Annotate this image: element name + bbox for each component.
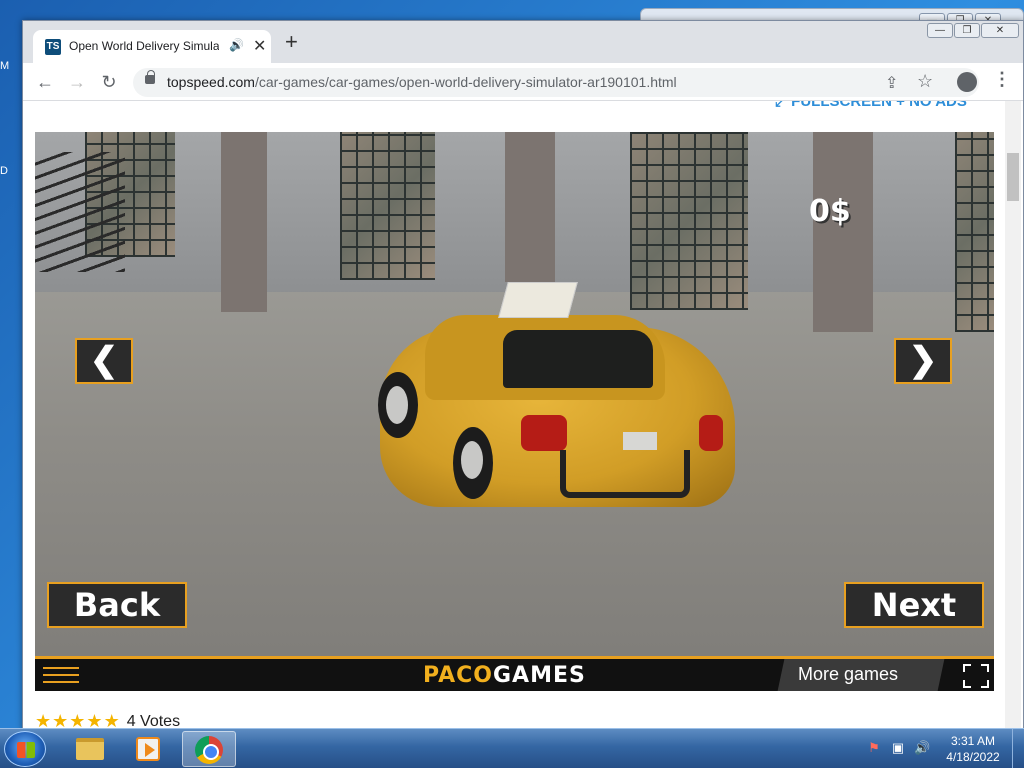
start-button[interactable] <box>4 731 46 767</box>
forward-button[interactable]: → <box>65 70 89 94</box>
next-vehicle-button[interactable]: ❯ <box>894 338 952 384</box>
media-player-icon <box>136 737 160 761</box>
browser-window: TS Open World Delivery Simulator 🔊 ✕ + —… <box>22 20 1024 730</box>
address-bar[interactable]: topspeed.com/car-games/car-games/open-wo… <box>133 68 979 97</box>
wheel <box>378 372 418 438</box>
warehouse-window <box>340 132 435 280</box>
taillight <box>521 415 567 451</box>
share-icon[interactable]: ⇪ <box>885 73 898 93</box>
profile-avatar[interactable] <box>957 72 977 92</box>
fullscreen-icon[interactable] <box>963 664 989 688</box>
tab-game[interactable]: TS Open World Delivery Simulator 🔊 ✕ <box>33 30 271 63</box>
more-games-button[interactable]: More games <box>798 664 898 685</box>
volume-icon[interactable]: 🔊 <box>914 741 930 755</box>
network-icon[interactable]: ▣ <box>890 741 906 755</box>
speaker-icon[interactable]: 🔊 <box>229 38 244 52</box>
pacogames-logo[interactable]: PACOGAMES <box>423 663 586 688</box>
game-canvas[interactable]: 0$ ❮ ❯ Back Next <box>35 132 994 670</box>
show-desktop-button[interactable] <box>1012 729 1024 768</box>
browser-toolbar: ← → ↻ topspeed.com/car-games/car-games/o… <box>23 63 1023 101</box>
pillar <box>813 132 873 332</box>
pillar <box>505 132 555 282</box>
next-button-game[interactable]: Next <box>844 582 984 628</box>
windows-logo-icon <box>17 742 35 758</box>
maximize-button[interactable]: ❐ <box>954 23 980 38</box>
star-icon[interactable]: ★ <box>104 711 120 729</box>
taskbar: ⚑ ▣ 🔊 3:31 AM 4/18/2022 <box>0 728 1024 768</box>
bookmark-star-icon[interactable]: ☆ <box>917 71 933 92</box>
page-viewport: ⤢ FULLSCREEN + NO ADS 0$ ❮ ❯ Back Next P… <box>23 101 1023 729</box>
page-scrollbar[interactable] <box>1005 101 1021 729</box>
reload-button[interactable]: ↻ <box>97 70 121 94</box>
taillight <box>699 415 723 451</box>
tab-strip: TS Open World Delivery Simulator 🔊 ✕ + —… <box>23 21 1023 63</box>
star-icon[interactable]: ★ <box>69 711 85 729</box>
folder-icon <box>76 738 104 760</box>
system-clock[interactable]: 3:31 AM 4/18/2022 <box>940 733 1006 765</box>
clock-date: 4/18/2022 <box>946 750 1000 764</box>
pillar <box>221 132 267 312</box>
star-icon[interactable]: ★ <box>35 711 51 729</box>
network-warning-icon[interactable]: ⚑ <box>866 741 882 755</box>
fullscreen-no-ads-link[interactable]: ⤢ FULLSCREEN + NO ADS <box>775 101 967 110</box>
desktop-icon-label: M <box>0 60 10 72</box>
hamburger-menu-icon[interactable] <box>43 667 79 687</box>
back-button-game[interactable]: Back <box>47 582 187 628</box>
clock-time: 3:31 AM <box>950 734 996 748</box>
taskbar-explorer[interactable] <box>62 731 116 767</box>
favicon-icon: TS <box>45 39 61 55</box>
taxi-roof-sign <box>498 282 578 318</box>
warehouse-window <box>955 132 994 332</box>
scrollbar-thumb[interactable] <box>1007 153 1019 201</box>
taskbar-media-player[interactable] <box>122 731 176 767</box>
new-tab-button[interactable]: + <box>285 31 298 53</box>
star-icon[interactable]: ★ <box>86 711 102 729</box>
game-footer-bar: PACOGAMES More games <box>35 656 994 691</box>
votes-count: 4 Votes <box>126 712 181 730</box>
warehouse-window <box>630 132 748 310</box>
tab-title: Open World Delivery Simulator <box>69 39 219 53</box>
money-counter: 0$ <box>809 194 851 229</box>
staircase <box>35 152 125 272</box>
taxi-rear-window <box>503 330 653 388</box>
lock-icon[interactable] <box>145 70 155 84</box>
rating[interactable]: ★ ★ ★ ★ ★ 4 Votes <box>35 711 180 729</box>
back-button[interactable]: ← <box>33 70 57 94</box>
star-icon[interactable]: ★ <box>52 711 68 729</box>
chrome-icon <box>195 736 223 764</box>
close-button[interactable]: ✕ <box>981 23 1019 38</box>
menu-icon[interactable]: ⋮ <box>993 69 1011 90</box>
tab-close-icon[interactable]: ✕ <box>253 36 266 56</box>
minimize-button[interactable]: — <box>927 23 953 38</box>
desktop-icon-label: D <box>0 165 8 177</box>
license-plate <box>623 432 657 450</box>
wheel <box>453 427 493 499</box>
url-text[interactable]: topspeed.com/car-games/car-games/open-wo… <box>167 74 677 90</box>
taskbar-chrome[interactable] <box>182 731 236 767</box>
push-bumper <box>560 450 690 498</box>
previous-vehicle-button[interactable]: ❮ <box>75 338 133 384</box>
